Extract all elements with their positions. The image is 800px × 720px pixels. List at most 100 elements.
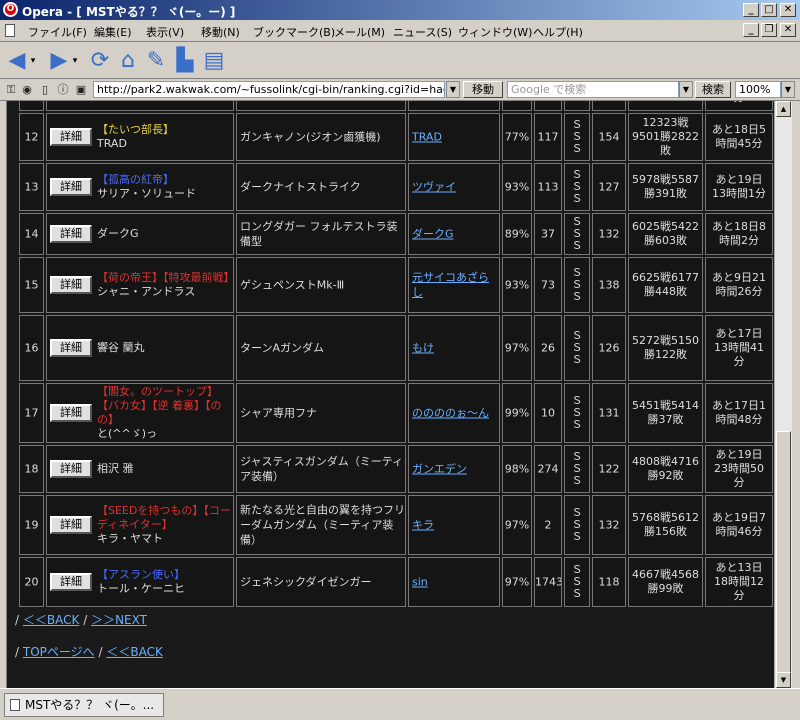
forward-dropdown-icon[interactable]: ▾ (70, 48, 80, 74)
percent-cell: 99% (502, 383, 532, 443)
player-name: サリア・ソリュード (97, 187, 196, 200)
search-button[interactable]: 検索 (695, 81, 731, 98)
scrollbar-thumb[interactable] (776, 431, 791, 681)
pilot-link[interactable]: もけ (409, 341, 499, 356)
pilot-cell: ガンエデン (408, 445, 500, 493)
scroll-down-icon[interactable]: ▼ (776, 672, 791, 688)
remaining-cell: 12時間46分 (705, 101, 773, 111)
address-toolbar: ⚿ ◉ ▯ ⓘ ▣ http://park2.wakwak.com/~fusso… (0, 79, 800, 101)
pilot-link[interactable]: 元サイコあざらし (409, 270, 499, 300)
back-link[interactable]: ＜＜BACK (23, 613, 79, 627)
mech-cell: ガンキャノン(ジオン鹵獲機) (236, 113, 406, 161)
next-link[interactable]: ＞＞NEXT (91, 613, 147, 627)
level-cell: 145 (592, 101, 626, 111)
name-cell: 詳細 【閣女。のツートップ】【バカ女】【逆 着裏】【のの】 と(^^ゞ)っ (46, 383, 234, 443)
menu-navigate[interactable]: 移動(N) (201, 24, 240, 40)
page-icon[interactable]: ▯ (38, 83, 52, 97)
zoom-input[interactable]: 100% (735, 81, 781, 98)
scroll-up-icon[interactable]: ▲ (776, 101, 791, 117)
address-input[interactable]: http://park2.wakwak.com/~fussolink/cgi-b… (93, 81, 445, 98)
pilot-link[interactable]: TRAD (409, 130, 499, 145)
mech-cell: ダークナイトストライク (236, 163, 406, 211)
menu-mail[interactable]: メール(M) (334, 24, 385, 40)
search-dropdown-icon[interactable]: ▼ (679, 81, 693, 98)
page-tab[interactable]: MSTやる？？ ヾ(ー。... (4, 693, 164, 717)
address-dropdown-icon[interactable]: ▼ (446, 81, 460, 98)
menu-view[interactable]: 表示(V) (146, 24, 184, 40)
remaining-cell: あと19日13時間1分 (705, 163, 773, 211)
rank-cell: 20 (19, 557, 44, 607)
top-page-link[interactable]: TOPページへ (23, 645, 95, 659)
detail-button[interactable]: 詳細 (50, 178, 92, 196)
mdi-minimize-button[interactable]: _ (743, 23, 759, 37)
pages-icon[interactable]: ▤ (201, 48, 227, 74)
search-input[interactable]: Google で検索 (507, 81, 679, 98)
page-tab-title: MSTやる？？ ヾ(ー。... (25, 698, 155, 712)
name-cell: 詳細 ダークG (46, 213, 234, 255)
percent-cell: 93% (502, 163, 532, 211)
info-icon[interactable]: ⓘ (56, 83, 70, 97)
pilot-link[interactable]: sin (409, 575, 499, 590)
pilot-link[interactable]: ツヴァイ (409, 180, 499, 195)
detail-button[interactable]: 詳細 (50, 225, 92, 243)
image-icon[interactable]: ▣ (74, 83, 88, 97)
vertical-scrollbar[interactable]: ▲ ▼ (774, 101, 792, 688)
count-cell: 26 (534, 315, 562, 381)
maximize-button[interactable]: □ (761, 3, 777, 17)
detail-button[interactable]: 詳細 (50, 276, 92, 294)
grade-cell: ＳＳＳ (564, 315, 590, 381)
table-row: 12 詳細 【たいつ部長】 TRAD ガンキャノン(ジオン鹵獲機) TRAD 77% 117 Ｓ… (19, 113, 773, 161)
security-icon[interactable]: ⚿ (4, 83, 18, 97)
percent-cell: 97% (502, 315, 532, 381)
pilot-link[interactable]: キラ (409, 518, 499, 533)
forward-icon[interactable]: ▶ (46, 48, 72, 74)
mech-cell: ジェネシックダイゼンガー (236, 557, 406, 607)
name-cell: 詳細 【孤高の紅帝】 サリア・ソリュード (46, 163, 234, 211)
name-cell: 詳細 【たいつ部長】 TRAD (46, 113, 234, 161)
record-cell: 4667戦4568勝99敗 (628, 557, 703, 607)
grade-cell: ＳＳＳ (564, 445, 590, 493)
close-button[interactable]: ✕ (780, 3, 796, 17)
name-cell: 詳細 【荷の帝王】【特攻最前戦】 シャニ・アンドラス (46, 257, 234, 313)
detail-button[interactable]: 詳細 (50, 128, 92, 146)
home-icon[interactable]: ⌂ (115, 48, 141, 74)
detail-button[interactable]: 詳細 (50, 404, 92, 422)
go-button[interactable]: 移動 (463, 81, 503, 98)
minimize-button[interactable]: _ (743, 3, 759, 17)
pilot-link[interactable]: ののののぉ〜ん (409, 406, 499, 421)
back-dropdown-icon[interactable]: ▾ (28, 48, 38, 74)
menu-file[interactable]: ファイル(F) (28, 24, 87, 40)
level-cell: 126 (592, 315, 626, 381)
player-name: 響谷 蘭丸 (97, 341, 145, 354)
detail-button[interactable]: 詳細 (50, 460, 92, 478)
menu-help[interactable]: ヘルプ(H) (533, 24, 583, 40)
menu-edit[interactable]: 編集(E) (94, 24, 132, 40)
pilot-link[interactable]: ダークG (409, 227, 499, 242)
player-title: 【孤高の紅帝】 (97, 173, 174, 186)
title-bar: O Opera - [ MSTやる？？ ヾ(ー。ー) ] _ □ ✕ (0, 0, 800, 20)
detail-button[interactable]: 詳細 (50, 339, 92, 357)
remaining-cell: あと19日23時間50分 (705, 445, 773, 493)
detail-button[interactable]: 詳細 (50, 573, 92, 591)
menu-news[interactable]: ニュース(S) (393, 24, 452, 40)
menu-bar: ファイル(F) 編集(E) 表示(V) 移動(N) ブックマーク(B) メール(… (0, 20, 800, 42)
count-cell: 70 (534, 101, 562, 111)
history-icon[interactable]: ◉ (20, 83, 34, 97)
record-cell: 4808戦4716勝92敗 (628, 445, 703, 493)
detail-button[interactable]: 詳細 (50, 516, 92, 534)
zoom-dropdown-icon[interactable]: ▼ (781, 81, 795, 98)
menu-window[interactable]: ウィンドウ(W) (458, 24, 532, 40)
mdi-close-button[interactable]: ✕ (780, 23, 796, 37)
rank-cell: 12 (19, 113, 44, 161)
menu-bookmarks[interactable]: ブックマーク(B) (253, 24, 335, 40)
player-name: TRAD (97, 137, 127, 150)
print-icon[interactable]: ▙ (172, 48, 198, 74)
percent-cell: 89% (502, 213, 532, 255)
hotlist-icon[interactable]: ✎ (143, 48, 169, 74)
pilot-link[interactable]: ガンエデン (409, 462, 499, 477)
reload-icon[interactable]: ⟳ (87, 48, 113, 74)
back-link-2[interactable]: ＜＜BACK (106, 645, 162, 659)
name-cell: 詳細 【SEEDを持つもの】【コーディネイター】 キラ・ヤマト (46, 495, 234, 555)
back-icon[interactable]: ◀ (4, 48, 30, 74)
mdi-restore-button[interactable]: ❐ (761, 23, 777, 37)
